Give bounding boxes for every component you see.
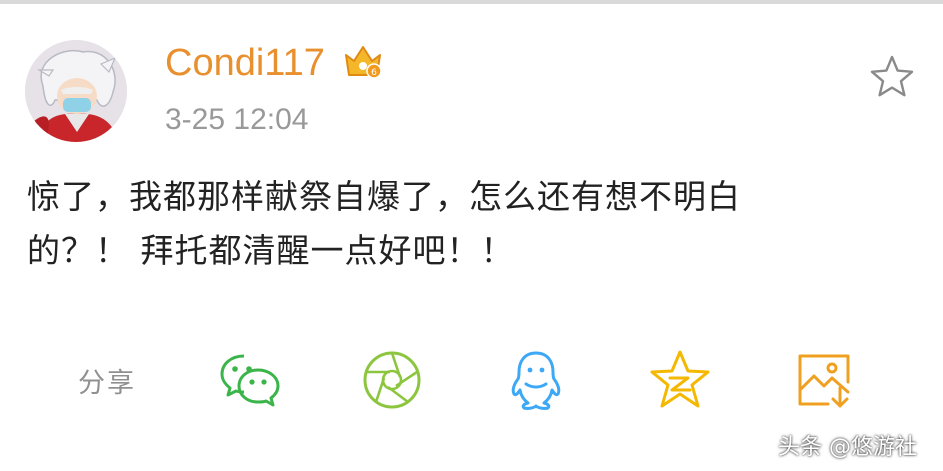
vip-crown-badge-icon: 6 <box>343 41 383 81</box>
post-body-line: 的？！ 拜托都清醒一点好吧！！ <box>27 231 515 270</box>
save-image-share-icon[interactable] <box>792 348 856 412</box>
post-timestamp: 3-25 12:04 <box>165 103 309 136</box>
share-label: 分享 <box>78 368 136 399</box>
username[interactable]: Condi117 <box>165 42 325 85</box>
qzone-share-icon[interactable] <box>648 348 712 412</box>
user-avatar[interactable] <box>25 40 127 142</box>
post-body: 惊了，我都那样献祭自爆了，怎么还有想不明白 的？！ 拜托都清醒一点好吧！！ <box>27 170 907 278</box>
weibo-post-card: Condi117 6 3-25 12:04 惊了，我都那样献祭自爆了，怎么还有想… <box>0 0 943 471</box>
moments-share-icon[interactable] <box>360 348 424 412</box>
svg-text:6: 6 <box>371 68 377 78</box>
post-body-line: 惊了，我都那样献祭自爆了，怎么还有想不明白 <box>27 177 741 216</box>
wechat-share-icon[interactable] <box>218 348 282 412</box>
toutiao-watermark: 头条 @悠游社 <box>778 435 917 460</box>
qq-share-icon[interactable] <box>504 348 568 412</box>
favorite-star-icon[interactable] <box>869 53 915 99</box>
